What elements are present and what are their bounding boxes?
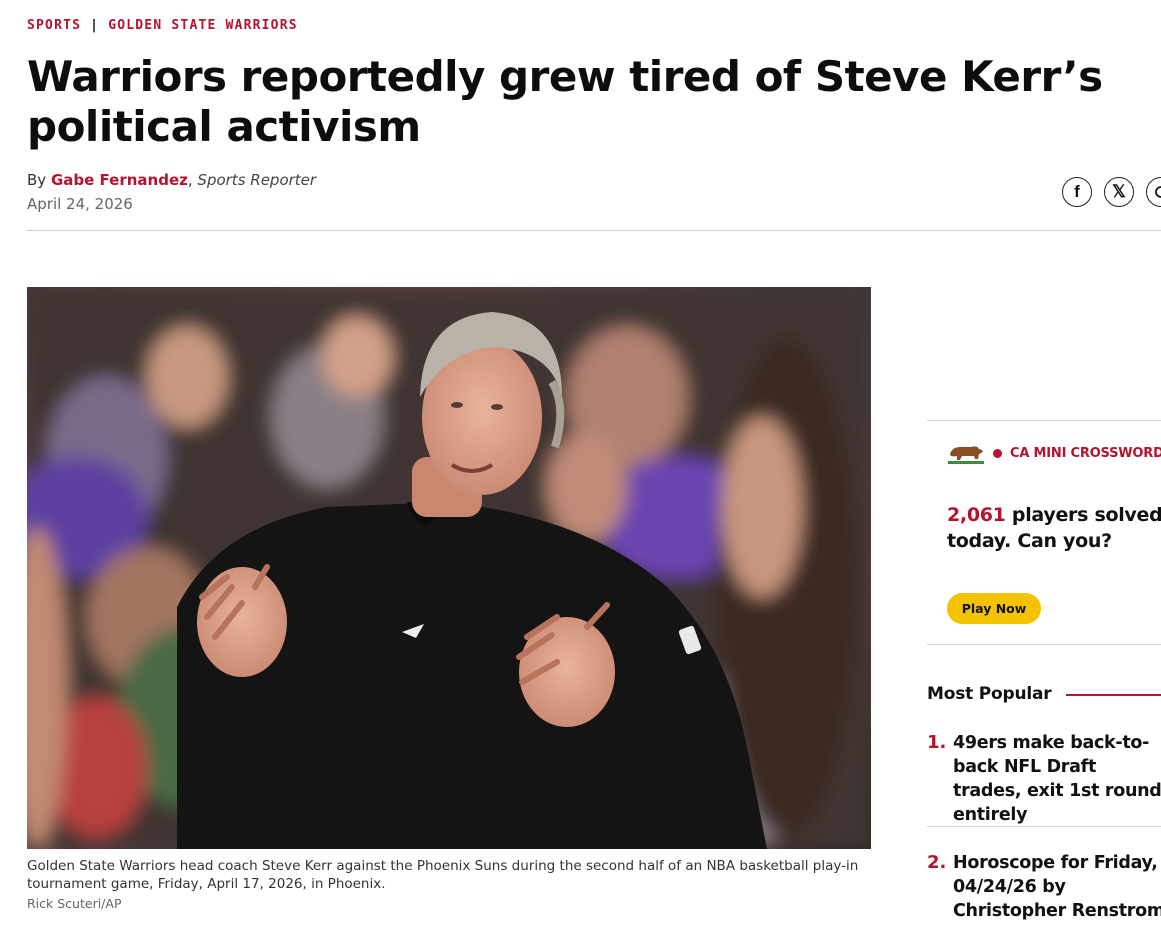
byline: By Gabe Fernandez, Sports Reporter: [27, 171, 316, 189]
popular-divider: [927, 826, 1161, 827]
publish-date: April 24, 2026: [27, 195, 133, 213]
players-count: 2,061: [947, 504, 1006, 526]
author-separator: ,: [187, 171, 193, 189]
more-share-icon[interactable]: [1146, 177, 1161, 207]
crossword-header[interactable]: CA MINI CROSSWORD: [947, 441, 1161, 465]
x-icon[interactable]: 𝕏: [1104, 177, 1134, 207]
most-popular-title: Most Popular: [927, 684, 1052, 704]
article-headline: Warriors reportedly grew tired of Steve …: [27, 52, 1103, 151]
play-now-button[interactable]: Play Now: [947, 593, 1041, 624]
popular-item[interactable]: 1. 49ers make back-to-back NFL Draft tra…: [927, 731, 1161, 827]
popular-item[interactable]: 2. Horoscope for Friday, 04/24/26 by Chr…: [927, 851, 1161, 923]
live-dot-icon: [993, 448, 1002, 458]
breadcrumb-warriors-link[interactable]: GOLDEN STATE WARRIORS: [108, 18, 298, 33]
photo-credit: Rick Scuteri/AP: [27, 896, 122, 911]
crossword-promo-text: 2,061 players solved today. Can you?: [947, 502, 1161, 554]
sidebar-divider-top: [927, 420, 1161, 421]
breadcrumb-sports-link[interactable]: SPORTS: [27, 18, 81, 33]
facebook-icon[interactable]: f: [1062, 177, 1092, 207]
california-bear-icon: [948, 446, 984, 464]
popular-item-number: 1.: [927, 732, 947, 753]
share-bar: f 𝕏: [1062, 177, 1161, 207]
author-link[interactable]: Gabe Fernandez: [51, 171, 188, 189]
sidebar-divider-mid: [927, 644, 1161, 645]
breadcrumb-separator: |: [90, 18, 100, 33]
popular-item-number: 2.: [927, 852, 947, 873]
photo-caption: Golden State Warriors head coach Steve K…: [27, 858, 859, 892]
header-divider: [27, 230, 1161, 231]
popular-item-title: 49ers make back-to-back NFL Draft trades…: [953, 733, 1161, 825]
popular-item-title: Horoscope for Friday, 04/24/26 by Christ…: [953, 853, 1161, 921]
author-role: Sports Reporter: [197, 171, 317, 189]
breadcrumb: SPORTS | GOLDEN STATE WARRIORS: [27, 18, 298, 33]
hero-photo[interactable]: [27, 287, 871, 849]
most-popular-accent-rule: [1066, 694, 1161, 696]
byline-prefix: By: [27, 171, 47, 189]
crossword-label: CA MINI CROSSWORD: [1010, 445, 1161, 461]
